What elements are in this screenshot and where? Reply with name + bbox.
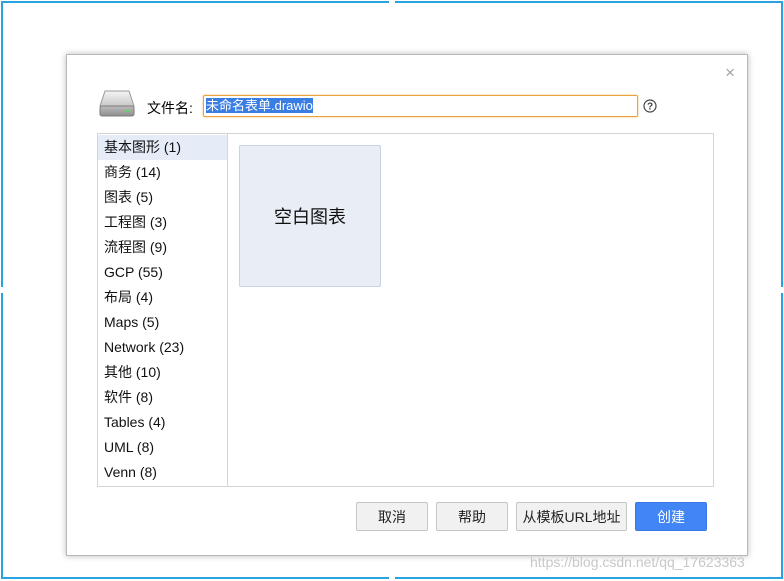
category-item[interactable]: 基本图形 (1) bbox=[98, 135, 227, 160]
watermark: https://blog.csdn.net/qq_17623363 bbox=[530, 554, 745, 570]
category-item[interactable]: 流程图 (9) bbox=[98, 235, 227, 260]
template-grid: 空白图表 bbox=[229, 134, 713, 486]
disk-icon bbox=[99, 90, 135, 117]
category-item[interactable]: Maps (5) bbox=[98, 310, 227, 335]
category-item[interactable]: 商务 (14) bbox=[98, 160, 227, 185]
resize-handle-left[interactable] bbox=[0, 287, 4, 293]
category-item[interactable]: 其他 (10) bbox=[98, 360, 227, 385]
category-item[interactable]: 软件 (8) bbox=[98, 385, 227, 410]
filename-input[interactable]: 未命名表单.drawio bbox=[203, 95, 638, 117]
new-diagram-dialog: × 文件名: 未命名表单.drawio ? 基本图形 (1) 商务 (14) 图表 … bbox=[66, 54, 748, 556]
template-tile-blank[interactable]: 空白图表 bbox=[239, 145, 381, 287]
category-item[interactable]: 布局 (4) bbox=[98, 285, 227, 310]
help-circle-icon[interactable]: ? bbox=[643, 99, 657, 113]
category-item[interactable]: Network (23) bbox=[98, 335, 227, 360]
close-icon[interactable]: × bbox=[725, 63, 735, 83]
category-item[interactable]: 图表 (5) bbox=[98, 185, 227, 210]
resize-handle-bottom[interactable] bbox=[389, 576, 395, 581]
svg-text:?: ? bbox=[647, 102, 653, 113]
create-button[interactable]: 创建 bbox=[635, 502, 707, 531]
category-item[interactable]: Tables (4) bbox=[98, 410, 227, 435]
category-item[interactable]: 工程图 (3) bbox=[98, 210, 227, 235]
from-template-url-button[interactable]: 从模板URL地址 bbox=[516, 502, 627, 531]
resize-handle-right[interactable] bbox=[780, 287, 784, 293]
category-list: 基本图形 (1) 商务 (14) 图表 (5) 工程图 (3) 流程图 (9) GCP (… bbox=[98, 134, 228, 486]
filename-label: 文件名: bbox=[147, 100, 193, 116]
category-item[interactable]: Venn (8) bbox=[98, 460, 227, 485]
help-button[interactable]: 帮助 bbox=[436, 502, 508, 531]
category-item[interactable]: UML (8) bbox=[98, 435, 227, 460]
template-panel: 基本图形 (1) 商务 (14) 图表 (5) 工程图 (3) 流程图 (9) GCP (… bbox=[97, 133, 714, 487]
cancel-button[interactable]: 取消 bbox=[356, 502, 428, 531]
filename-value: 未命名表单.drawio bbox=[206, 98, 313, 113]
template-label: 空白图表 bbox=[274, 207, 346, 227]
category-item[interactable]: GCP (55) bbox=[98, 260, 227, 285]
resize-handle-top[interactable] bbox=[389, 0, 395, 5]
